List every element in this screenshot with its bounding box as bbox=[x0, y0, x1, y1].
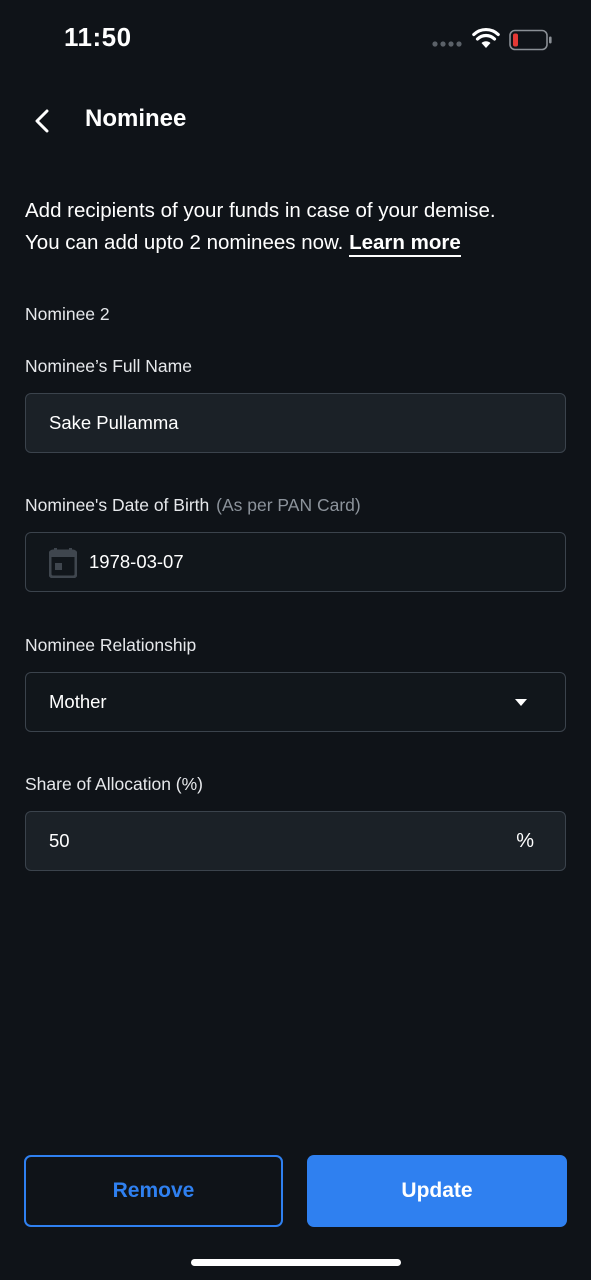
home-indicator[interactable] bbox=[191, 1259, 401, 1266]
intro-line-2: You can add upto 2 nominees now. Learn m… bbox=[25, 227, 570, 259]
relationship-label: Nominee Relationship bbox=[25, 635, 197, 655]
allocation-label: Share of Allocation (%) bbox=[25, 774, 204, 794]
full-name-label: Nominee’s Full Name bbox=[25, 356, 192, 376]
relationship-select[interactable]: Mother bbox=[25, 672, 566, 732]
update-button[interactable]: Update bbox=[307, 1155, 567, 1227]
signal-icon bbox=[432, 41, 462, 47]
percent-suffix: % bbox=[516, 830, 534, 852]
calendar-icon[interactable] bbox=[49, 548, 77, 578]
nominee-section-label: Nominee 2 bbox=[25, 304, 110, 324]
learn-more-link[interactable]: Learn more bbox=[349, 231, 461, 257]
intro-line-2-text: You can add upto 2 nominees now. bbox=[25, 231, 344, 254]
full-name-value: Sake Pullamma bbox=[49, 412, 179, 433]
chevron-left-icon bbox=[35, 109, 49, 133]
remove-button[interactable]: Remove bbox=[24, 1155, 283, 1227]
relationship-value: Mother bbox=[49, 691, 107, 712]
back-button[interactable] bbox=[24, 102, 62, 140]
intro-text: Add recipients of your funds in case of … bbox=[25, 195, 570, 259]
dob-label-text: Nominee's Date of Birth bbox=[25, 495, 210, 515]
dob-input[interactable]: 1978-03-07 bbox=[25, 532, 566, 592]
allocation-value: 50 bbox=[49, 830, 70, 851]
page-title: Nominee bbox=[85, 105, 187, 132]
caret-down-icon bbox=[515, 699, 527, 706]
status-time: 11:50 bbox=[64, 22, 132, 52]
intro-line-1: Add recipients of your funds in case of … bbox=[25, 199, 496, 222]
full-name-input[interactable]: Sake Pullamma bbox=[25, 393, 566, 453]
dob-label-hint: (As per PAN Card) bbox=[216, 495, 361, 515]
header: Nominee bbox=[0, 90, 591, 150]
status-bar: 11:50 bbox=[0, 0, 591, 80]
wifi-icon bbox=[472, 27, 500, 48]
dob-value: 1978-03-07 bbox=[89, 551, 184, 572]
allocation-input[interactable]: 50 % bbox=[25, 811, 566, 871]
battery-icon bbox=[509, 29, 552, 51]
dob-label: Nominee's Date of Birth (As per PAN Card… bbox=[25, 495, 361, 516]
